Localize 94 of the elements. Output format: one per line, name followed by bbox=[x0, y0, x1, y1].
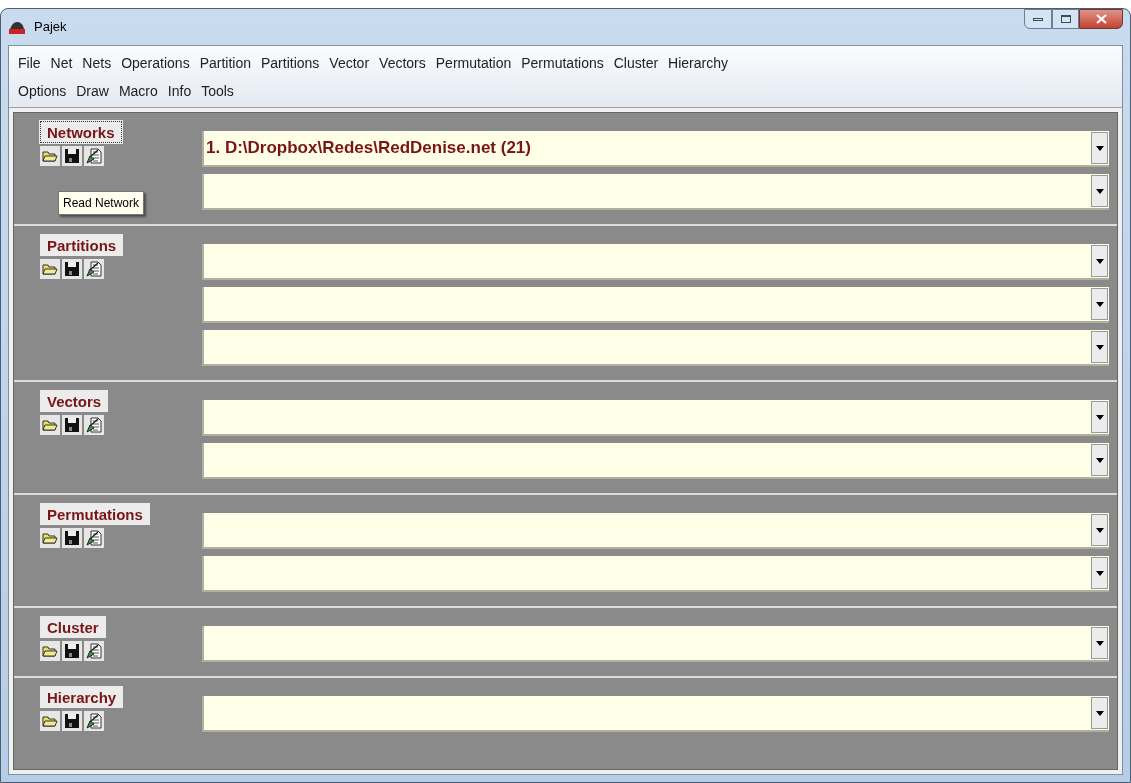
dropdown-arrow-button[interactable] bbox=[1091, 557, 1108, 589]
caret-icon bbox=[1095, 301, 1104, 307]
edit-document-button[interactable] bbox=[84, 415, 104, 435]
dropdown-field[interactable] bbox=[202, 174, 1109, 210]
menu-item[interactable]: Partition bbox=[194, 52, 256, 74]
menu-item[interactable]: Partitions bbox=[256, 52, 325, 74]
caret-icon bbox=[1095, 710, 1104, 716]
caret-icon bbox=[1095, 457, 1104, 463]
section-button[interactable]: Hierarchy bbox=[40, 686, 124, 708]
edit-document-button[interactable] bbox=[84, 259, 104, 279]
dropdown-value: 1. D:\Dropbox\Redes\RedDenise.net (21) bbox=[206, 137, 532, 160]
menu-item[interactable]: Operations bbox=[116, 52, 195, 74]
dropdown-field[interactable] bbox=[202, 400, 1109, 436]
dropdown-arrow-button[interactable] bbox=[1091, 245, 1108, 277]
edit-document-button[interactable] bbox=[84, 146, 104, 166]
edit-document-icon bbox=[86, 261, 102, 277]
maximize-button[interactable] bbox=[1052, 9, 1079, 29]
edit-document-icon bbox=[86, 713, 102, 729]
caret-icon bbox=[1095, 258, 1104, 264]
menu-item[interactable]: Info bbox=[162, 80, 197, 102]
floppy-disk-button[interactable] bbox=[62, 259, 82, 279]
menu-item[interactable]: Tools bbox=[196, 80, 239, 102]
floppy-disk-button[interactable] bbox=[62, 528, 82, 548]
menu-item[interactable]: Macro bbox=[113, 80, 163, 102]
open-folder-button[interactable] bbox=[40, 528, 60, 548]
dropdown-field[interactable] bbox=[202, 513, 1109, 549]
dropdown-field[interactable] bbox=[202, 244, 1109, 280]
section-button[interactable]: Networks bbox=[40, 121, 122, 143]
dropdown-arrow-button[interactable] bbox=[1091, 444, 1108, 476]
dropdown-field[interactable]: 1. D:\Dropbox\Redes\RedDenise.net (21) bbox=[202, 131, 1109, 167]
menu-item[interactable]: Permutation bbox=[430, 52, 517, 74]
dropdown-arrow-button[interactable] bbox=[1091, 288, 1108, 320]
menu-item[interactable]: Cluster bbox=[608, 52, 664, 74]
close-icon bbox=[1095, 14, 1107, 24]
dropdown-field[interactable] bbox=[202, 287, 1109, 323]
open-folder-icon bbox=[42, 714, 58, 728]
dropdown-arrow-button[interactable] bbox=[1091, 697, 1108, 729]
menu-item[interactable]: Draw bbox=[71, 80, 114, 102]
menu-item[interactable]: Net bbox=[45, 52, 78, 74]
dropdown-arrow-button[interactable] bbox=[1091, 627, 1108, 659]
dropdown-arrow-button[interactable] bbox=[1091, 401, 1108, 433]
caret-icon bbox=[1095, 188, 1104, 194]
section-button[interactable]: Partitions bbox=[40, 234, 124, 256]
tooltip: Read Network bbox=[58, 191, 145, 215]
dropdown-field[interactable] bbox=[202, 556, 1109, 592]
dropdown-arrow-button[interactable] bbox=[1091, 132, 1108, 164]
caret-icon bbox=[1095, 344, 1104, 350]
dropdown-field[interactable] bbox=[202, 626, 1109, 662]
menu-item[interactable]: Vectors bbox=[374, 52, 431, 74]
edit-document-button[interactable] bbox=[84, 711, 104, 731]
section-button[interactable]: Permutations bbox=[40, 503, 150, 525]
open-folder-button[interactable] bbox=[40, 415, 60, 435]
edit-document-icon bbox=[86, 643, 102, 659]
dropdown-field[interactable] bbox=[202, 696, 1109, 732]
open-folder-icon bbox=[42, 531, 58, 545]
section-button[interactable]: Vectors bbox=[40, 390, 109, 412]
open-folder-button[interactable] bbox=[40, 711, 60, 731]
minimize-button[interactable] bbox=[1024, 9, 1052, 29]
caret-icon bbox=[1095, 640, 1104, 646]
edit-document-button[interactable] bbox=[84, 528, 104, 548]
caret-icon bbox=[1095, 145, 1104, 151]
menu-item[interactable]: Permutations bbox=[516, 52, 609, 74]
edit-document-icon bbox=[86, 148, 102, 164]
close-button[interactable] bbox=[1079, 9, 1123, 29]
dropdown-arrow-button[interactable] bbox=[1091, 331, 1108, 363]
menu-item[interactable]: File bbox=[13, 52, 46, 74]
edit-document-button[interactable] bbox=[84, 641, 104, 661]
menu-item[interactable]: Nets bbox=[77, 52, 117, 74]
open-folder-icon bbox=[42, 262, 58, 276]
floppy-disk-button[interactable] bbox=[62, 146, 82, 166]
open-folder-icon bbox=[42, 149, 58, 163]
caret-icon bbox=[1095, 414, 1104, 420]
dropdown-arrow-button[interactable] bbox=[1091, 514, 1108, 546]
open-folder-button[interactable] bbox=[40, 146, 60, 166]
floppy-disk-button[interactable] bbox=[62, 415, 82, 435]
open-folder-button[interactable] bbox=[40, 641, 60, 661]
caret-icon bbox=[1095, 527, 1104, 533]
dropdown-field[interactable] bbox=[202, 330, 1109, 366]
open-folder-icon bbox=[42, 644, 58, 658]
dropdown-field[interactable] bbox=[202, 443, 1109, 479]
open-folder-button[interactable] bbox=[40, 259, 60, 279]
caret-icon bbox=[1095, 570, 1104, 576]
section-button[interactable]: Cluster bbox=[40, 616, 106, 638]
floppy-disk-button[interactable] bbox=[62, 641, 82, 661]
menu-item[interactable]: Vector bbox=[324, 52, 375, 74]
open-folder-icon bbox=[42, 418, 58, 432]
floppy-disk-button[interactable] bbox=[62, 711, 82, 731]
window-title: Pajek bbox=[34, 18, 67, 37]
dropdown-arrow-button[interactable] bbox=[1091, 175, 1108, 207]
edit-document-icon bbox=[86, 530, 102, 546]
menu-item[interactable]: Options bbox=[13, 80, 72, 102]
edit-document-icon bbox=[86, 417, 102, 433]
menu-item[interactable]: Hierarchy bbox=[663, 52, 733, 74]
app-icon bbox=[8, 19, 26, 35]
